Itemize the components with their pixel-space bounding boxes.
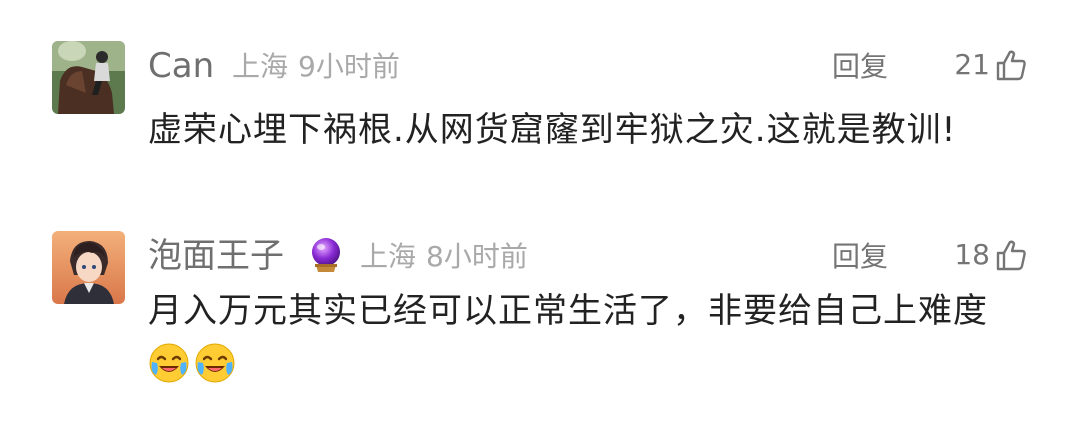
- like-button[interactable]: 21: [954, 45, 1028, 85]
- thumbs-up-icon: [996, 50, 1026, 81]
- laughing-crying-emoji-icon: [195, 343, 235, 383]
- anime-character-avatar-icon: [52, 231, 125, 304]
- emoji-row: [148, 342, 236, 384]
- comment-meta: 上海 9小时前: [232, 47, 400, 87]
- location: 上海: [360, 240, 417, 273]
- comment-text: 虚荣心埋下祸根.从网货窟窿到牢狱之灾.这就是教训!: [148, 110, 957, 150]
- location: 上海: [232, 50, 289, 83]
- timestamp: 9小时前: [298, 50, 400, 83]
- comment-item: Can 上海 9小时前 回复 21 虚荣心埋下祸根.从网货窟窿到牢狱之灾.这就是教…: [0, 0, 1080, 200]
- user-avatar[interactable]: [52, 41, 125, 114]
- thumbs-up-icon: [996, 240, 1026, 271]
- reply-button[interactable]: 回复: [832, 237, 888, 277]
- comment-header: 泡面王子 上海 8小时前 回复 18: [148, 233, 1028, 279]
- username[interactable]: 泡面王子: [148, 233, 284, 279]
- comment-item: 泡面王子 上海 8小时前 回复 18 月入万元其实已经可以正常生活了，非要给自己…: [0, 200, 1080, 434]
- timestamp: 8小时前: [426, 240, 528, 273]
- reply-button[interactable]: 回复: [832, 47, 888, 87]
- like-count: 21: [954, 48, 990, 81]
- comment-meta: 上海 8小时前: [360, 237, 528, 277]
- user-avatar[interactable]: [52, 231, 125, 304]
- like-count: 18: [954, 238, 990, 271]
- username[interactable]: Can: [148, 43, 214, 89]
- comment-header: Can 上海 9小时前 回复 21: [148, 43, 1028, 89]
- crystal-ball-icon: [312, 238, 340, 272]
- user-badge: [306, 235, 346, 275]
- comment-text: 月入万元其实已经可以正常生活了，非要给自己上难度: [148, 291, 988, 331]
- laughing-crying-emoji-icon: [149, 343, 189, 383]
- like-button[interactable]: 18: [954, 235, 1028, 275]
- horse-rider-avatar-icon: [52, 41, 125, 114]
